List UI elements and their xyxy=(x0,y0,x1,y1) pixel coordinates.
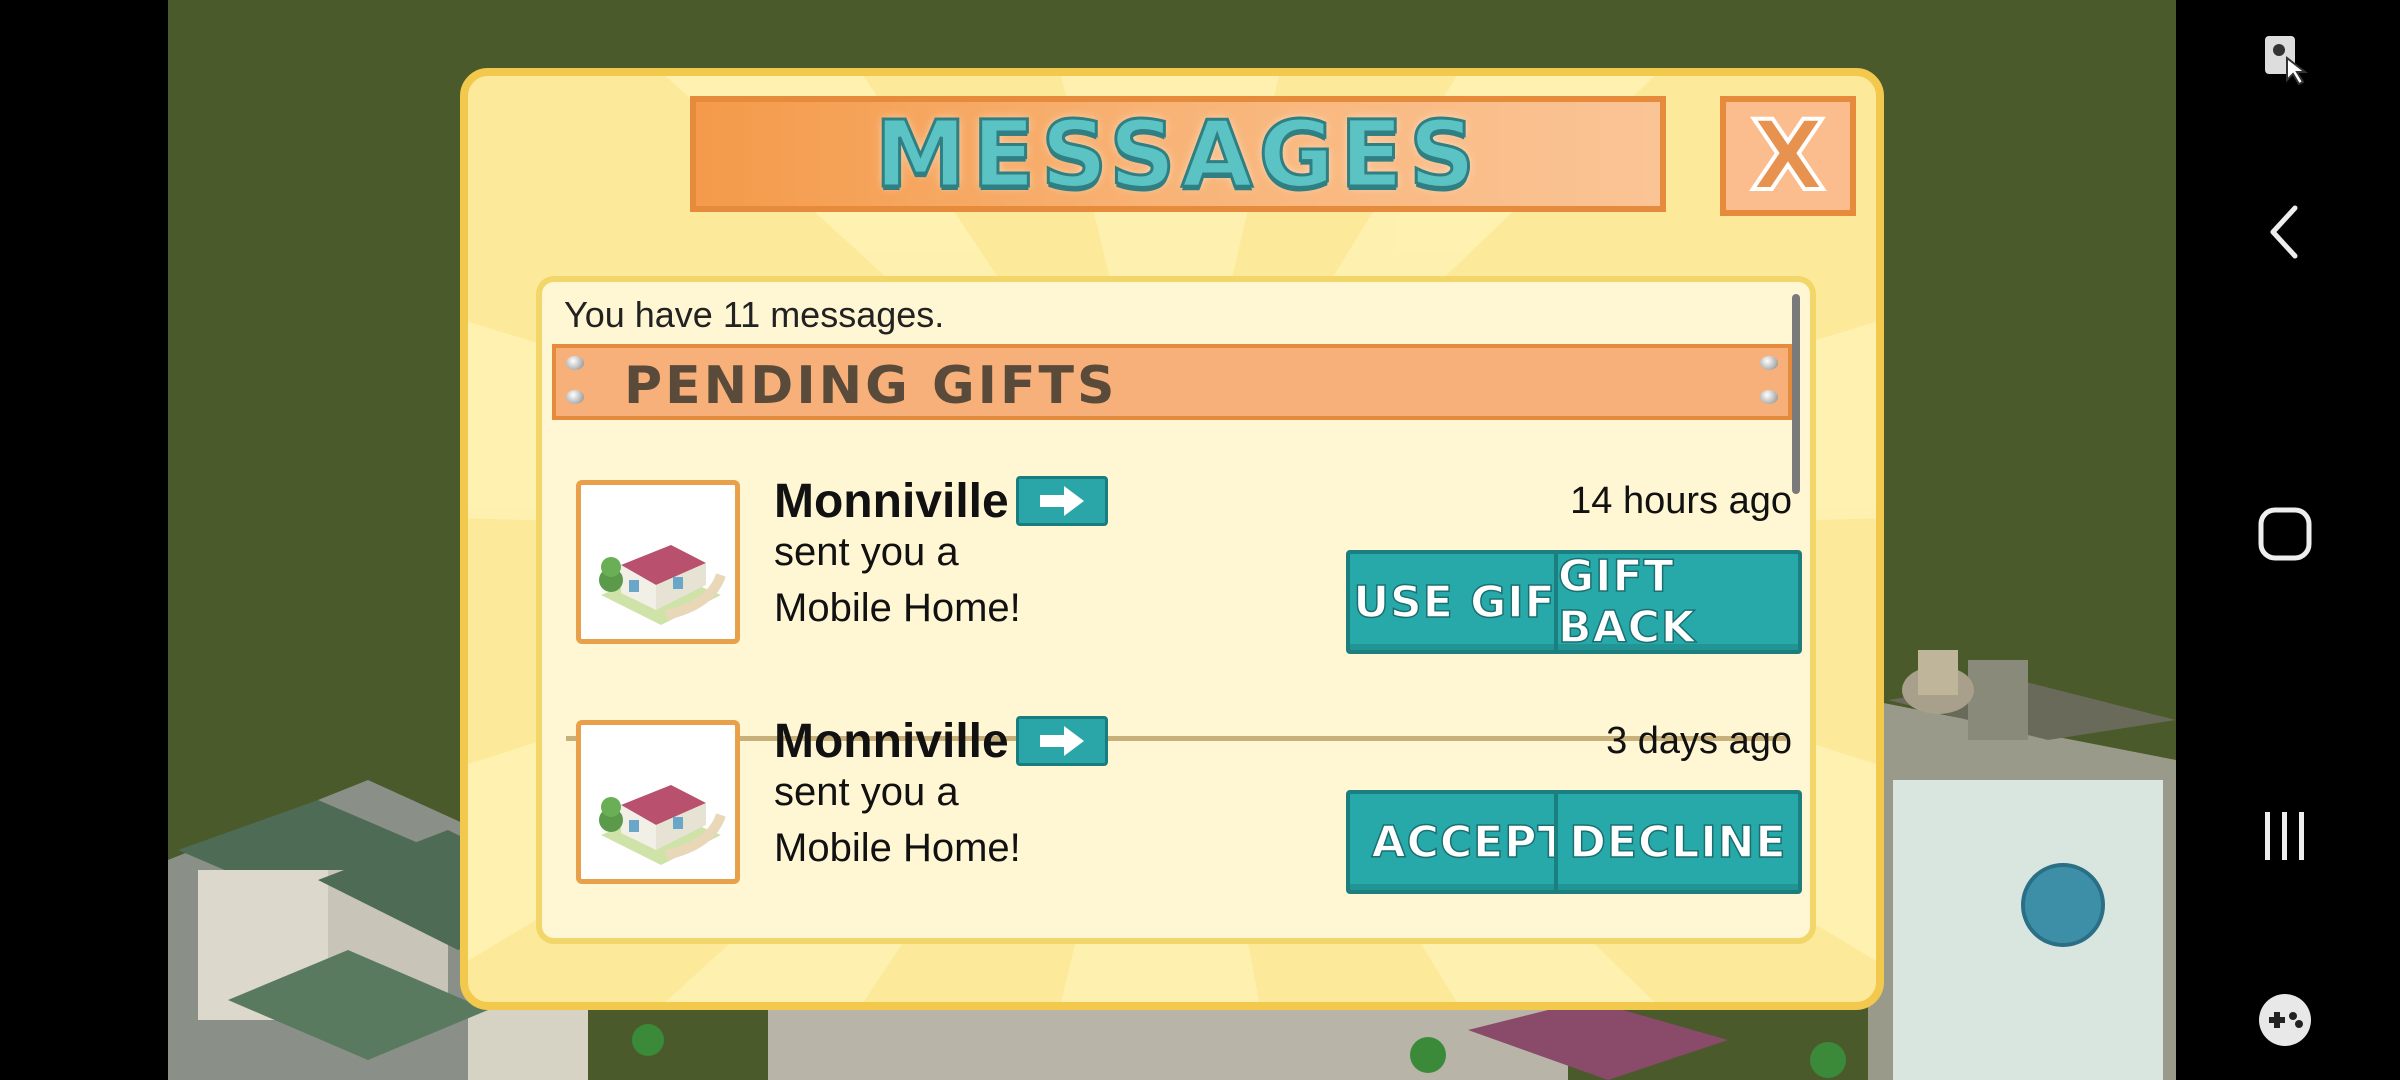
message-item: Mobile Home! xyxy=(774,826,1021,870)
pending-gifts-header: PENDING GIFTS xyxy=(552,344,1792,420)
arrow-right-icon xyxy=(1040,486,1084,516)
rivet-icon xyxy=(1760,356,1778,370)
game-tools-icon[interactable] xyxy=(2245,980,2325,1060)
sender-name: Monniville xyxy=(774,475,1009,528)
dialog-title: MESSAGES xyxy=(873,99,1482,209)
message-time: 14 hours ago xyxy=(1570,480,1792,522)
accessibility-icon[interactable] xyxy=(2245,18,2325,98)
back-icon[interactable] xyxy=(2245,192,2325,272)
messages-list-panel[interactable]: You have 11 messages. PENDING GIFTS Monn… xyxy=(536,276,1816,944)
dialog-title-banner: MESSAGES xyxy=(690,96,1666,212)
section-title: PENDING GIFTS xyxy=(624,356,1118,416)
messages-dialog: MESSAGES X You have 11 messages. PENDING… xyxy=(460,68,1884,1010)
mobile-home-icon xyxy=(599,785,726,865)
visit-sender-button[interactable] xyxy=(1016,716,1108,766)
close-button[interactable]: X xyxy=(1720,96,1856,216)
arrow-right-icon xyxy=(1040,726,1084,756)
list-item: Monniville sent you a Mobile Home! 3 day… xyxy=(542,700,1810,938)
message-item: Mobile Home! xyxy=(774,586,1021,630)
message-text: sent you a xyxy=(774,770,959,814)
home-icon[interactable] xyxy=(2245,494,2325,574)
mobile-home-icon xyxy=(599,545,726,625)
gift-thumbnail xyxy=(576,720,740,884)
visit-sender-button[interactable] xyxy=(1016,476,1108,526)
rivet-icon xyxy=(566,390,584,404)
gift-thumbnail xyxy=(576,480,740,644)
sender-name: Monniville xyxy=(774,715,1009,768)
decline-button[interactable]: DECLINE xyxy=(1554,790,1802,894)
close-icon: X xyxy=(1749,100,1827,212)
rivet-icon xyxy=(566,356,584,370)
message-count: You have 11 messages. xyxy=(564,294,945,335)
rivet-icon xyxy=(1760,390,1778,404)
gift-back-button[interactable]: GIFT BACK xyxy=(1554,550,1802,654)
message-text: sent you a xyxy=(774,530,959,574)
message-time: 3 days ago xyxy=(1606,720,1792,762)
list-item: Monniville sent you a Mobile Home! 14 ho… xyxy=(542,460,1810,700)
recents-icon[interactable] xyxy=(2245,796,2325,876)
